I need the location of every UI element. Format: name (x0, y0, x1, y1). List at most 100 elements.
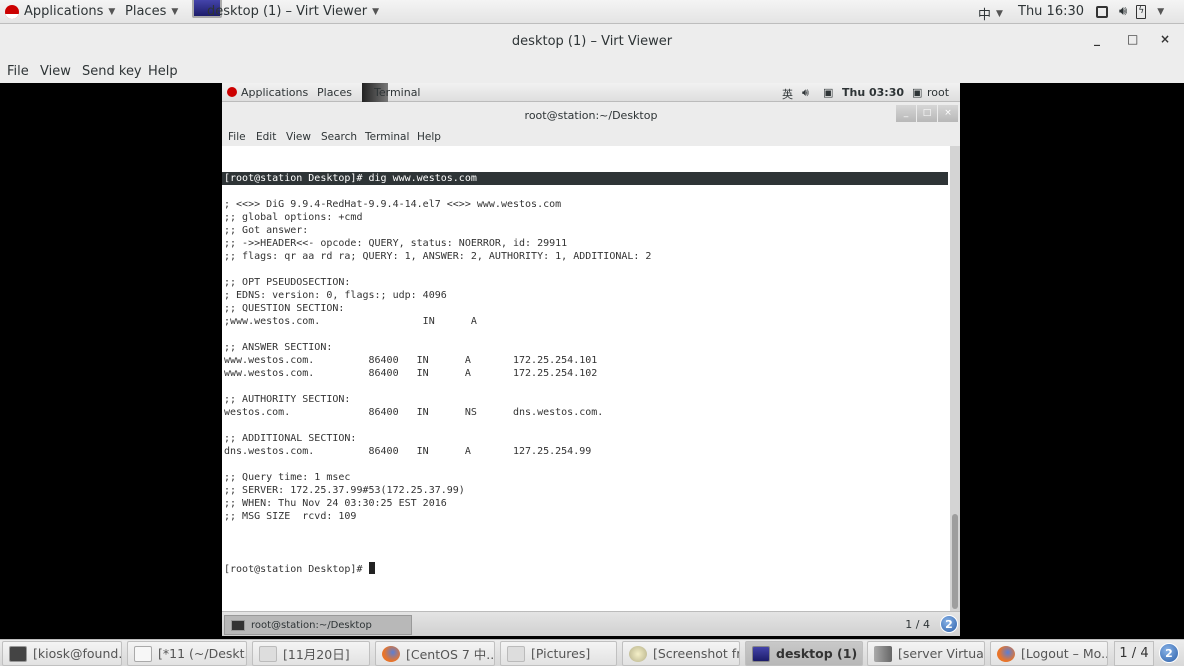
term-menu-search[interactable]: Search (321, 131, 357, 143)
battery-icon: ϟ (1136, 4, 1147, 19)
terminal-prompt-line[interactable]: [root@station Desktop]# (222, 562, 950, 575)
maximize-button[interactable]: □ (1127, 32, 1138, 46)
terminal-command-line: [root@station Desktop]# dig www.westos.c… (222, 172, 948, 185)
chevron-down-icon: ▼ (996, 8, 1003, 19)
term-menu-file[interactable]: File (228, 131, 246, 143)
terminal-scrollbar[interactable] (950, 146, 960, 611)
input-method-menu[interactable]: 中 ▼ (978, 4, 1003, 23)
host-task-label: [Screenshot fr... (653, 646, 740, 661)
close-button[interactable]: × (1160, 32, 1170, 46)
host-task-button[interactable]: [Logout – Mo... (990, 641, 1108, 666)
terminal-line: dns.westos.com. 86400 IN A 127.25.254.99 (224, 446, 592, 457)
host-task-label: desktop (1) – ... (776, 646, 862, 661)
host-task-button[interactable]: [Pictures] (500, 641, 617, 666)
menu-help[interactable]: Help (148, 64, 178, 79)
terminal-line: ;; QUESTION SECTION: (224, 303, 345, 314)
user-icon: ▣ (912, 86, 923, 99)
menu-send-key[interactable]: Send key (82, 64, 142, 79)
guest-taskbar: root@station:~/Desktop 1 / 4 2 (222, 611, 960, 636)
terminal-line: www.westos.com. 86400 IN A 172.25.254.10… (224, 355, 598, 366)
display-icon (1096, 5, 1108, 18)
host-task-label: [kiosk@found... (33, 646, 122, 661)
chevron-down-icon: ▼ (372, 6, 380, 17)
chevron-down-icon: ▼ (171, 6, 179, 17)
host-task-label: [server Virtual... (898, 646, 984, 661)
host-task-button[interactable]: [CentOS 7 中... (375, 641, 495, 666)
guest-user-menu[interactable]: root (927, 86, 949, 99)
volume-icon: 🔊︎ (802, 86, 809, 99)
guest-task-label: root@station:~/Desktop (251, 619, 372, 631)
file-manager-icon (507, 645, 525, 662)
host-workspace-switcher[interactable]: 1 / 4 (1114, 641, 1154, 666)
host-task-button[interactable]: [11月20日] (252, 641, 370, 666)
term-menu-help[interactable]: Help (417, 131, 441, 143)
host-task-label: [Logout – Mo... (1021, 646, 1108, 661)
host-task-button[interactable]: desktop (1) – ... (745, 641, 863, 666)
term-menu-edit[interactable]: Edit (256, 131, 276, 143)
active-window-label: desktop (1) – Virt Viewer (207, 4, 368, 19)
redhat-logo-icon (227, 87, 237, 97)
terminal-close-button[interactable]: × (938, 105, 958, 122)
volume-icon: 🔊︎ (1119, 4, 1128, 19)
terminal-line: ; EDNS: version: 0, flags:; udp: 4096 (224, 290, 447, 301)
terminal-line: ;; Got answer: (224, 225, 309, 236)
terminal-maximize-button[interactable]: □ (917, 105, 937, 122)
terminal-line: westos.com. 86400 IN NS dns.westos.com. (224, 407, 604, 418)
places-menu[interactable]: Places ▼ (125, 4, 178, 19)
system-menu[interactable]: 🔊︎ ϟ ▼ (1096, 4, 1164, 19)
host-task-label: [11月20日] (283, 647, 350, 662)
guest-applications-menu[interactable]: Applications (241, 86, 308, 99)
terminal-line: ;; WHEN: Thu Nov 24 03:30:25 EST 2016 (224, 498, 447, 509)
applications-menu[interactable]: Applications ▼ (5, 4, 115, 19)
host-task-label: [Pictures] (531, 646, 591, 661)
terminal-icon (231, 619, 245, 631)
scrollbar-thumb[interactable] (952, 514, 958, 609)
minimize-button[interactable]: _ (1094, 32, 1100, 46)
active-window-menu[interactable]: desktop (1) – Virt Viewer ▼ (207, 4, 379, 19)
term-menu-terminal[interactable]: Terminal (365, 131, 409, 143)
host-task-button[interactable]: [server Virtual... (867, 641, 985, 666)
terminal-minimize-button[interactable]: _ (896, 105, 916, 122)
screenshot-icon (629, 645, 647, 662)
guest-workspace-switcher[interactable]: 1 / 4 (905, 618, 930, 631)
guest-input-method[interactable]: 英 (782, 86, 793, 102)
chevron-down-icon: ▼ (108, 6, 116, 17)
virt-manager-icon (874, 645, 892, 662)
terminal-line: ;www.westos.com. IN A (224, 316, 477, 327)
menu-view[interactable]: View (40, 64, 71, 79)
redhat-logo-icon (5, 4, 19, 19)
guest-task-terminal[interactable]: root@station:~/Desktop (224, 615, 412, 635)
menu-file[interactable]: File (7, 64, 29, 79)
text-cursor (368, 562, 375, 574)
guest-display[interactable]: Applications Places Terminal 英 🔊︎ ▣ Thu … (222, 83, 960, 636)
viewer-titlebar: desktop (1) – Virt Viewer _ □ × (0, 24, 1184, 60)
terminal-line: www.westos.com. 86400 IN A 172.25.254.10… (224, 368, 598, 379)
firefox-icon (382, 645, 400, 662)
host-task-button[interactable]: [Screenshot fr... (622, 641, 740, 666)
term-menu-view[interactable]: View (286, 131, 311, 143)
guest-notification-badge[interactable]: 2 (940, 615, 958, 633)
terminal-line: ;; ADDITIONAL SECTION: (224, 433, 357, 444)
terminal-lines: [root@station Desktop]# dig www.westos.c… (222, 172, 950, 536)
host-task-button[interactable]: [kiosk@found... (2, 641, 122, 666)
host-task-button[interactable]: [*11 (~/Deskt... (127, 641, 247, 666)
terminal-prompt: [root@station Desktop]# (224, 564, 369, 575)
clock[interactable]: Thu 16:30 (1018, 4, 1084, 19)
guest-clock[interactable]: Thu 03:30 (842, 86, 904, 99)
network-icon: ▣ (823, 86, 834, 99)
guest-top-panel: Applications Places Terminal 英 🔊︎ ▣ Thu … (222, 83, 960, 102)
guest-places-menu[interactable]: Places (317, 86, 352, 99)
host-notification-badge[interactable]: 2 (1159, 643, 1179, 663)
host-task-label: [*11 (~/Deskt... (158, 646, 247, 661)
file-manager-icon (259, 645, 277, 662)
guest-active-window[interactable]: Terminal (374, 86, 421, 99)
terminal-line: ;; SERVER: 172.25.37.99#53(172.25.37.99) (224, 485, 465, 496)
terminal-line: ;; AUTHORITY SECTION: (224, 394, 351, 405)
terminal-output[interactable]: [root@station Desktop]# dig www.westos.c… (222, 146, 950, 611)
terminal-titlebar: root@station:~/Desktop _ □ × (222, 102, 960, 129)
